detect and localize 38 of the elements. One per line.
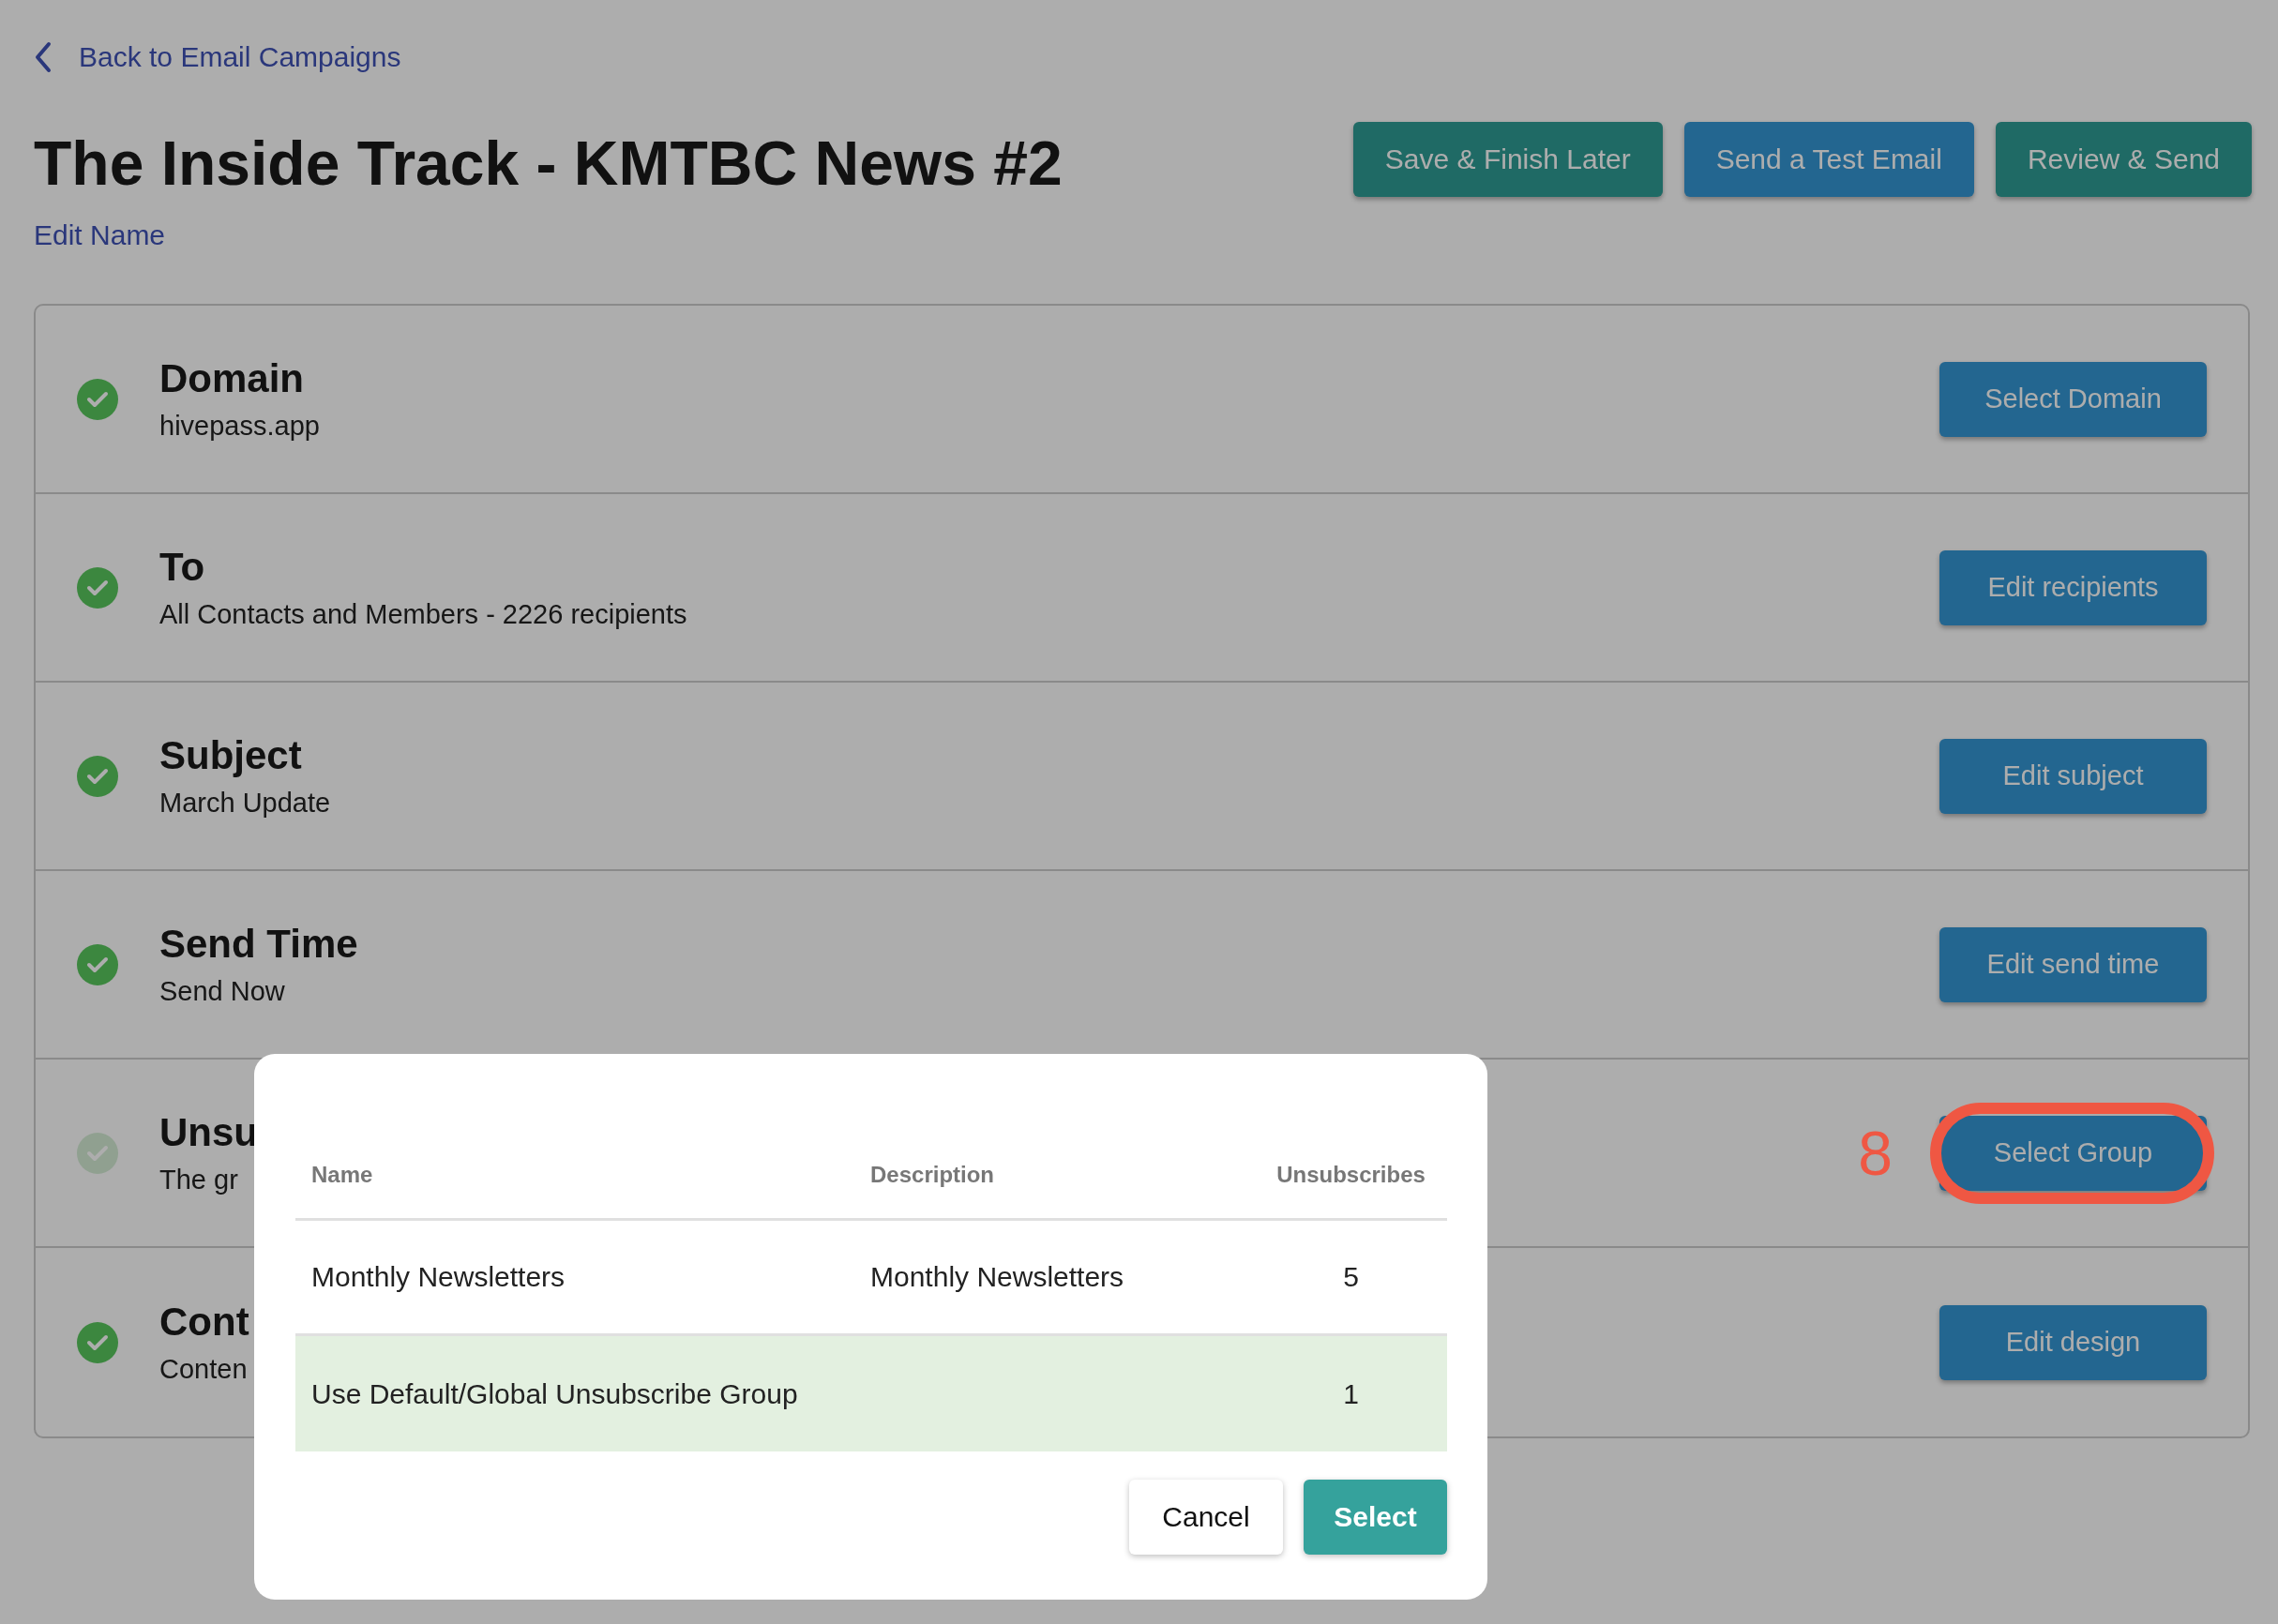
step-detail: Conten: [159, 1354, 248, 1385]
header-button[interactable]: Review & Send: [1995, 122, 2252, 197]
step-title: To: [159, 545, 205, 590]
header-button[interactable]: Send a Test Email: [1683, 122, 1974, 197]
page-title: The Inside Track - KMTBC News #2: [34, 128, 1063, 200]
step-detail: The gr: [159, 1165, 238, 1195]
step-button[interactable]: Edit recipients: [1939, 549, 2207, 625]
step-button[interactable]: Edit design: [1939, 1304, 2207, 1380]
dialog-button[interactable]: Select: [1304, 1480, 1447, 1555]
step-button[interactable]: Select Group: [1939, 1115, 2207, 1191]
step-button[interactable]: Select Domain: [1939, 361, 2207, 437]
step-title: Unsu: [159, 1110, 258, 1155]
step-title: Subject: [159, 733, 302, 778]
step-title: Domain: [159, 356, 304, 401]
step-detail: All Contacts and Members - 2226 recipients: [159, 599, 687, 630]
table-cell: 5: [1343, 1261, 1359, 1292]
header-button[interactable]: Save & Finish Later: [1352, 122, 1663, 197]
table-row[interactable]: Use Default/Global Unsubscribe Group 1: [295, 1336, 1447, 1451]
chevron-left-icon: [34, 41, 53, 73]
step-detail: Send Now: [159, 976, 285, 1007]
column-header: Description: [870, 1162, 996, 1188]
table-cell: Use Default/Global Unsubscribe Group: [311, 1377, 798, 1409]
column-header: Name: [310, 1162, 374, 1188]
table-cell: Monthly Newsletters: [311, 1261, 566, 1292]
step-title: Send Time: [159, 922, 358, 967]
table-cell: 1: [1343, 1377, 1359, 1409]
table-cell: Monthly Newsletters: [870, 1261, 1124, 1292]
step-button[interactable]: Edit send time: [1939, 926, 2207, 1002]
step-button[interactable]: Edit subject: [1939, 738, 2207, 814]
step-detail: hivepass.app: [159, 411, 320, 442]
step-detail: March Update: [159, 788, 331, 819]
step-title: Cont: [159, 1300, 249, 1345]
edit-name-link[interactable]: Edit Name: [34, 219, 166, 251]
annotation-number: 8: [1858, 1117, 1893, 1189]
back-link[interactable]: Back to Email Campaigns: [34, 34, 401, 81]
dialog-button[interactable]: Cancel: [1129, 1480, 1283, 1555]
back-link-text[interactable]: Back to Email Campaigns: [79, 41, 401, 73]
column-header: Unsubscribes: [1275, 1162, 1426, 1188]
